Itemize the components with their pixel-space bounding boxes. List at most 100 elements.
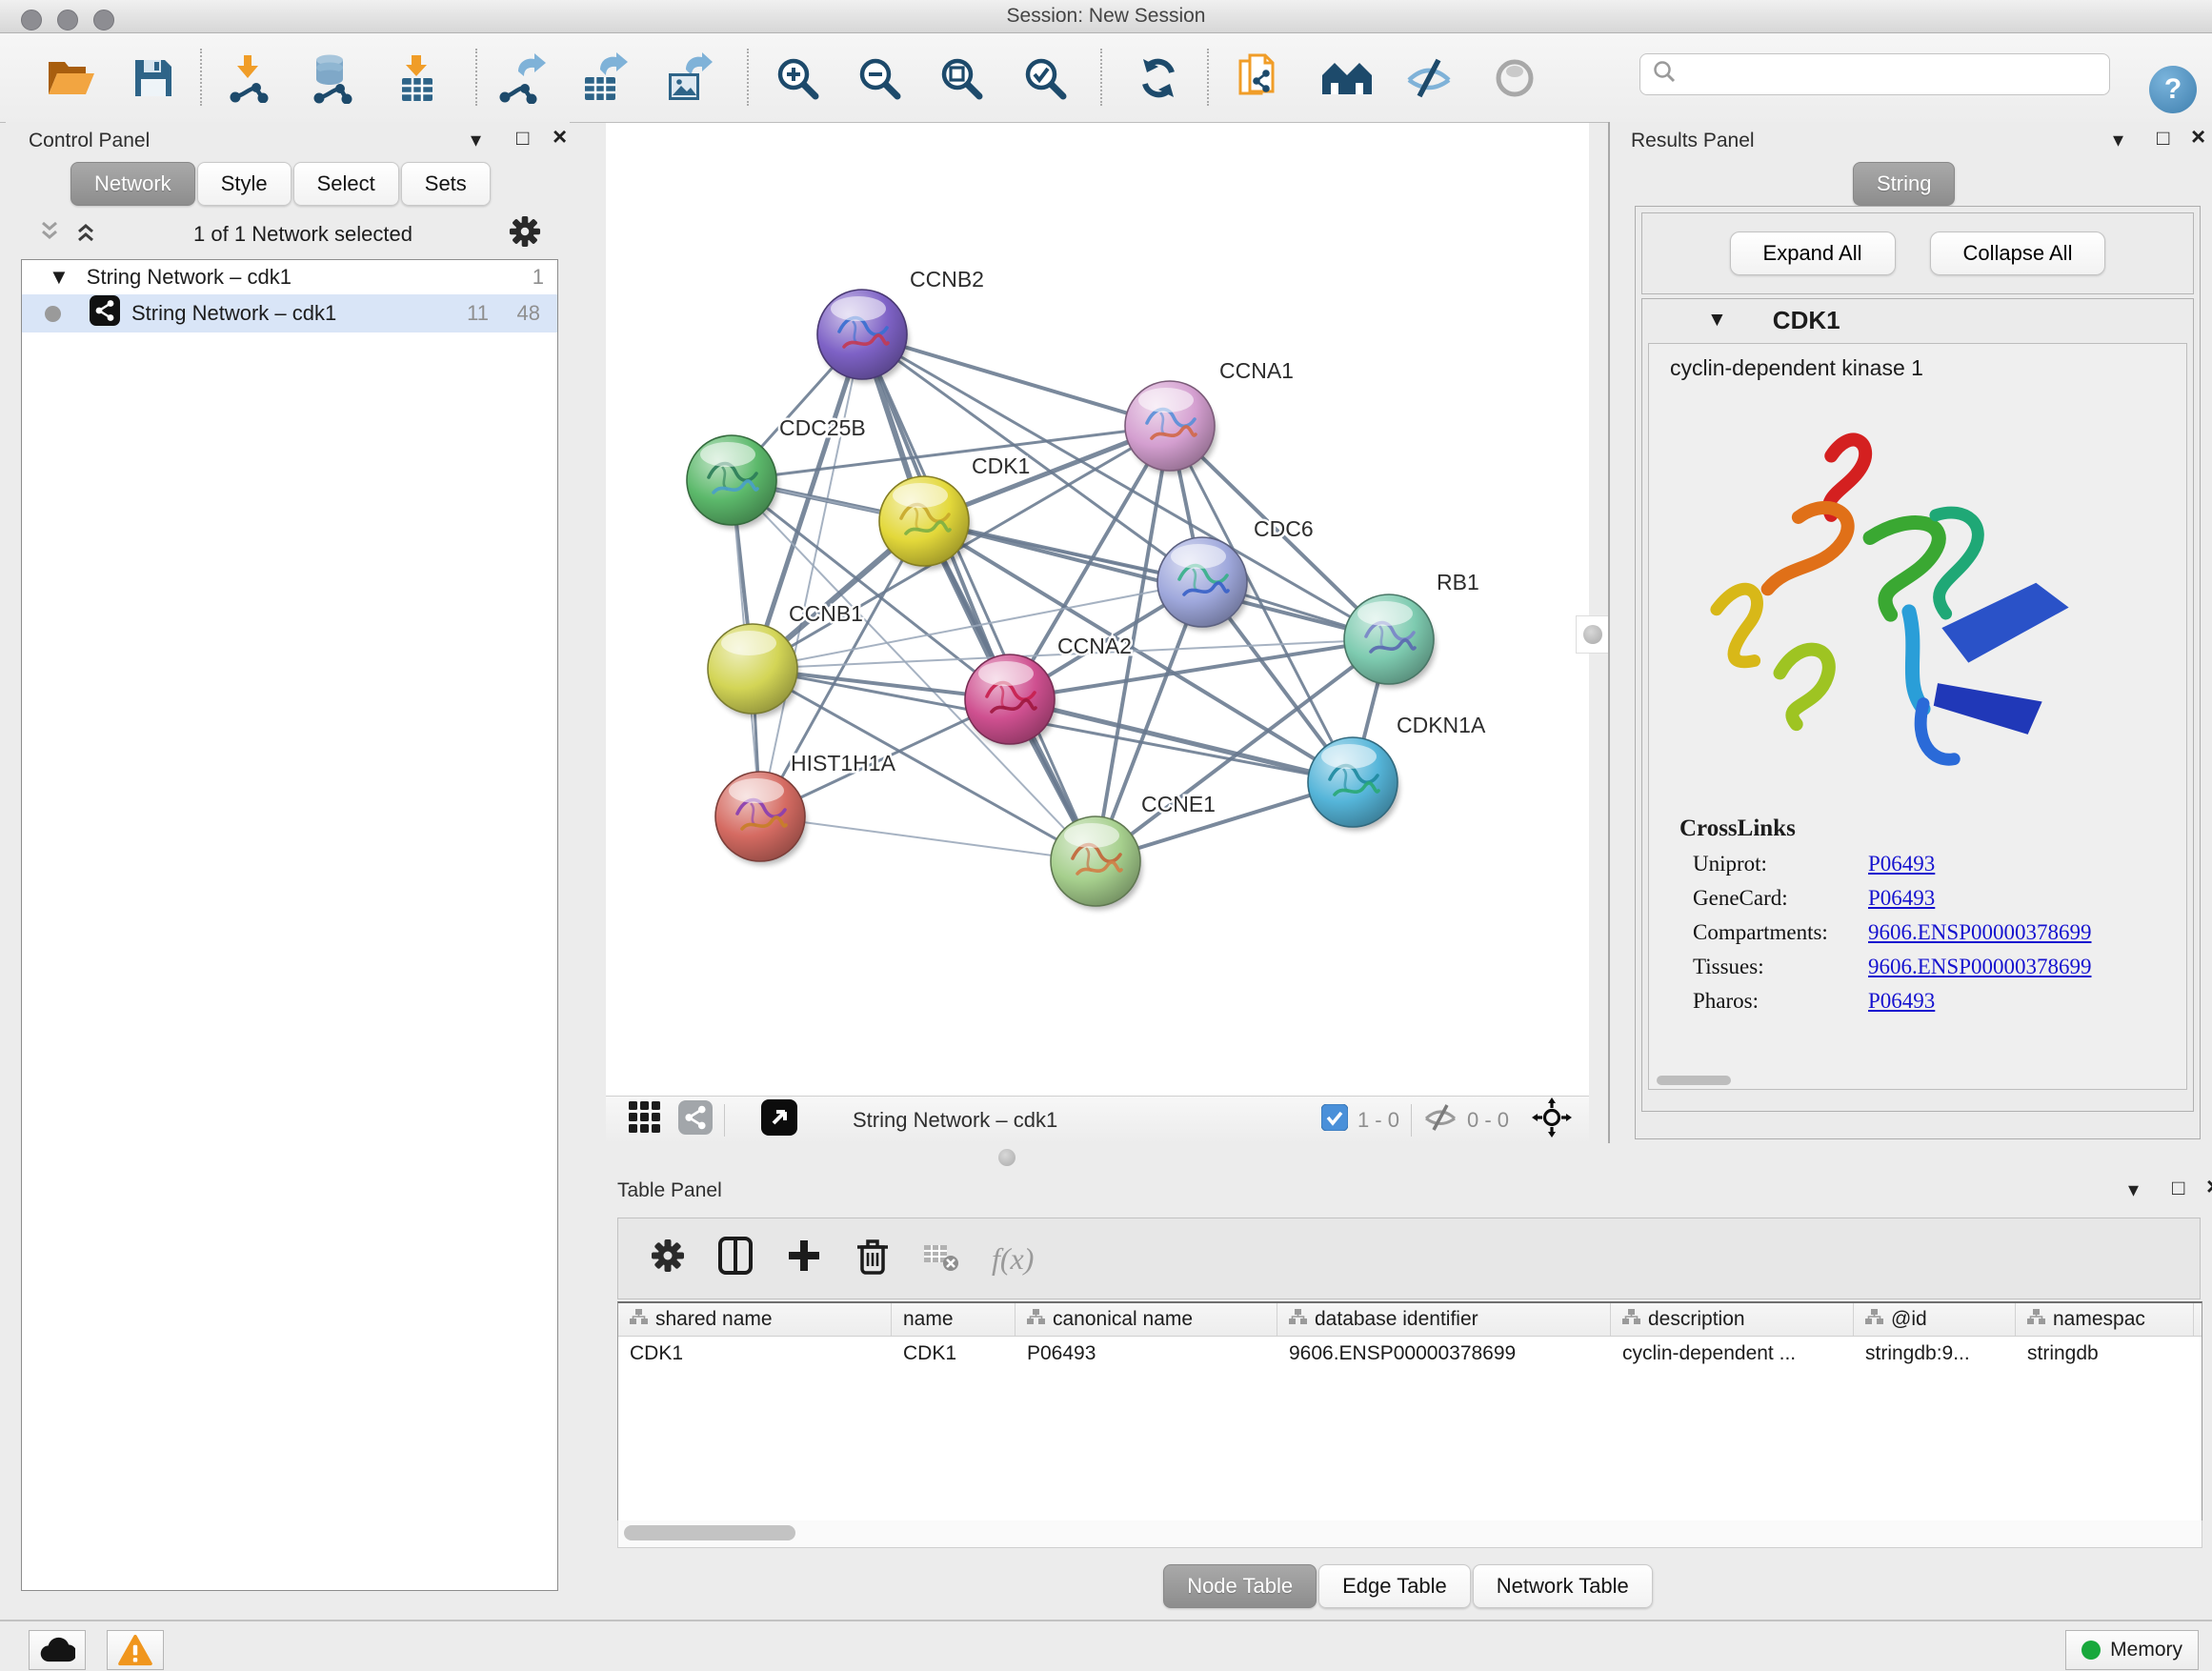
search-input[interactable] — [1684, 63, 2109, 87]
network-node-CDC6[interactable] — [1157, 537, 1249, 631]
collapse-all-button[interactable]: Collapse All — [1930, 232, 2106, 275]
network-edge-CCNB2-HIST1H1A[interactable] — [760, 334, 862, 816]
network-node-RB1[interactable] — [1344, 594, 1436, 688]
title-bar[interactable]: Session: New Session — [0, 0, 2212, 33]
crosslink-link[interactable]: P06493 — [1868, 886, 1935, 911]
split-columns-icon[interactable] — [717, 1236, 754, 1281]
table-cell[interactable]: CDK1 — [618, 1342, 892, 1365]
results-panel-collapse-icon[interactable]: ▾ — [2113, 130, 2123, 151]
crosshair-icon[interactable] — [1532, 1097, 1572, 1143]
tab-edge-table[interactable]: Edge Table — [1318, 1564, 1471, 1608]
network-canvas[interactable]: CCNB2CCNA1CDC25BCDK1CDC6RB1CCNB1CCNA2CDK… — [606, 123, 1589, 1096]
network-graph[interactable]: CCNB2CCNA1CDC25BCDK1CDC6RB1CCNB1CCNA2CDK… — [606, 123, 1589, 1096]
column-header--id[interactable]: @id — [1854, 1303, 2016, 1336]
network-edge-HIST1H1A-CCNE1[interactable] — [760, 816, 1096, 861]
import-table-icon[interactable] — [392, 53, 442, 103]
control-panel-collapse-icon[interactable]: ▾ — [471, 130, 481, 151]
table-cell[interactable]: CDK1 — [892, 1342, 1016, 1365]
entry-expander-icon[interactable]: ▼ — [1707, 309, 1727, 332]
tab-node-table[interactable]: Node Table — [1163, 1564, 1317, 1608]
results-panel-close-icon[interactable]: × — [2191, 124, 2205, 149]
tab-sets[interactable]: Sets — [401, 162, 491, 206]
tab-network-table[interactable]: Network Table — [1473, 1564, 1653, 1608]
column-header-database-identifier[interactable]: database identifier — [1277, 1303, 1611, 1336]
refresh-layout-icon[interactable] — [1134, 53, 1183, 103]
table-cell[interactable]: cyclin-dependent ... — [1611, 1342, 1854, 1365]
import-database-icon[interactable] — [305, 52, 356, 104]
control-panel-close-icon[interactable]: × — [553, 124, 567, 149]
save-icon[interactable] — [131, 56, 175, 100]
cloud-button[interactable] — [29, 1630, 86, 1670]
gear-icon[interactable] — [509, 215, 541, 253]
crosslink-link[interactable]: 9606.ENSP00000378699 — [1868, 920, 2092, 945]
network-node-CCNE1[interactable] — [1051, 816, 1142, 910]
trash-icon[interactable] — [855, 1236, 891, 1281]
hide-graphics-icon[interactable] — [1404, 57, 1454, 99]
crosslink-link[interactable]: 9606.ENSP00000378699 — [1868, 955, 2092, 979]
column-header-namespac[interactable]: namespac — [2016, 1303, 2194, 1336]
fx-icon[interactable]: f(x) — [992, 1241, 1034, 1277]
network-node-CCNA2[interactable] — [965, 654, 1056, 748]
tab-string[interactable]: String — [1853, 162, 1955, 206]
network-edge-CCNB2-CCNA1[interactable] — [862, 334, 1170, 426]
grid-view-icon[interactable] — [629, 1101, 661, 1139]
tab-network[interactable]: Network — [70, 162, 195, 206]
column-header-canonical-name[interactable]: canonical name — [1016, 1303, 1277, 1336]
open-folder-icon[interactable] — [46, 56, 97, 100]
zoom-selected-icon[interactable] — [1021, 54, 1069, 102]
table-cell[interactable]: P06493 — [1016, 1342, 1277, 1365]
add-column-icon[interactable] — [786, 1238, 822, 1279]
table-panel-close-icon[interactable]: × — [2206, 1174, 2212, 1198]
search-box[interactable] — [1639, 53, 2110, 95]
zoom-out-icon[interactable] — [855, 54, 903, 102]
expand-all-button[interactable]: Expand All — [1730, 232, 1896, 275]
tab-select[interactable]: Select — [293, 162, 399, 206]
gene-entry-header[interactable]: ▼ CDK1 — [1642, 299, 2193, 341]
zoom-in-icon[interactable] — [774, 54, 821, 102]
table-cell[interactable]: stringdb:9... — [1854, 1342, 2016, 1365]
table-scrollbar-thumb[interactable] — [624, 1525, 795, 1540]
selected-checkbox-icon[interactable] — [1321, 1104, 1348, 1137]
network-node-CDC25B[interactable] — [687, 435, 778, 529]
export-table-icon[interactable] — [577, 52, 629, 104]
tree-expander-icon[interactable]: ▼ — [49, 265, 70, 290]
control-panel-float-icon[interactable]: □ — [516, 128, 529, 149]
horizontal-splitter[interactable] — [606, 1143, 2212, 1172]
network-node-CDK1[interactable] — [879, 476, 971, 570]
import-network-icon[interactable] — [223, 53, 272, 103]
table-cell[interactable]: stringdb — [2016, 1342, 2194, 1365]
export-image-icon[interactable] — [661, 52, 713, 104]
expand-all-chevron-icon[interactable] — [74, 221, 97, 248]
collapse-all-chevron-icon[interactable] — [38, 221, 61, 248]
eye-slash-icon[interactable] — [1423, 1103, 1458, 1137]
delete-table-icon[interactable] — [923, 1239, 959, 1278]
network-node-HIST1H1A[interactable] — [715, 772, 807, 865]
memory-button[interactable]: Memory — [2065, 1630, 2199, 1670]
birdseye-icon[interactable] — [761, 1099, 797, 1141]
table-panel-collapse-icon[interactable]: ▾ — [2128, 1179, 2139, 1200]
table-scrollbar[interactable] — [617, 1520, 2202, 1548]
network-row[interactable]: String Network – cdk1 11 48 — [22, 294, 557, 332]
column-header-shared-name[interactable]: shared name — [618, 1303, 892, 1336]
splitter-grip[interactable] — [1576, 615, 1610, 654]
string-document-icon[interactable] — [1235, 51, 1288, 105]
warning-button[interactable] — [107, 1630, 164, 1670]
table-row[interactable]: CDK1CDK1P064939606.ENSP00000378699cyclin… — [618, 1337, 2202, 1371]
tab-style[interactable]: Style — [197, 162, 292, 206]
table-cell[interactable]: 9606.ENSP00000378699 — [1277, 1342, 1611, 1365]
network-collection-row[interactable]: ▼ String Network – cdk1 1 — [22, 260, 557, 294]
network-node-CDKN1A[interactable] — [1308, 737, 1399, 831]
column-header-description[interactable]: description — [1611, 1303, 1854, 1336]
table-panel-float-icon[interactable]: □ — [2172, 1178, 2184, 1198]
gear-icon[interactable] — [651, 1238, 685, 1278]
results-scrollbar[interactable] — [1657, 1076, 1731, 1085]
share-view-icon[interactable] — [678, 1100, 713, 1140]
network-node-CCNA1[interactable] — [1125, 381, 1217, 474]
help-icon[interactable]: ? — [2149, 66, 2197, 113]
crosslink-link[interactable]: P06493 — [1868, 852, 1935, 876]
zoom-fit-icon[interactable] — [937, 54, 985, 102]
export-network-icon[interactable] — [495, 52, 547, 104]
home-network-icon[interactable] — [1320, 58, 1374, 98]
results-panel-float-icon[interactable]: □ — [2157, 128, 2169, 149]
crosslink-link[interactable]: P06493 — [1868, 989, 1935, 1014]
